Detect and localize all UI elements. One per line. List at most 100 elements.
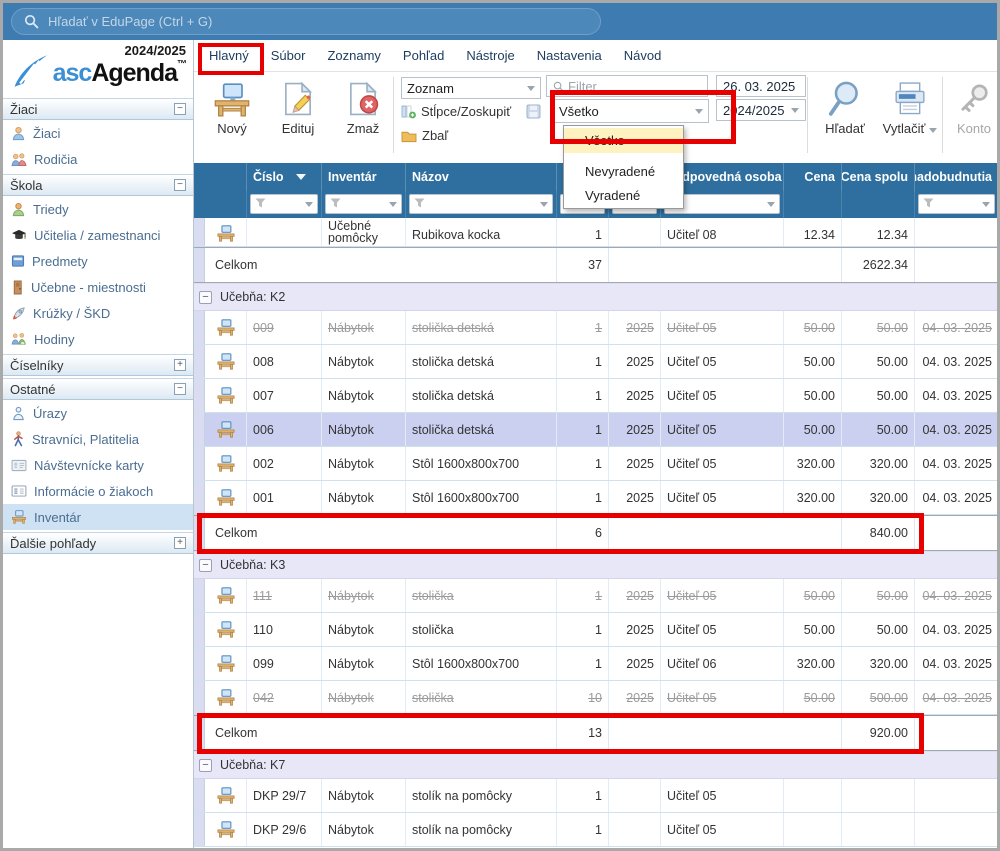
sidebar-item-z-iaci[interactable]: Žiaci	[3, 120, 193, 146]
column-header-price[interactable]: Cena	[784, 163, 842, 191]
cell-total	[842, 779, 915, 812]
collapse-group-icon[interactable]: −	[199, 291, 212, 304]
status-filter-value: Všetko	[559, 104, 599, 119]
sidebar-item-na-vs-tevni-cke-karty[interactable]: Návštevnícke karty	[3, 452, 193, 478]
filter-box-num[interactable]	[250, 194, 318, 214]
lessons-icon	[11, 332, 27, 346]
expand-icon[interactable]: +	[174, 359, 186, 371]
table-row[interactable]: 110Nábytokstolička12025Učiteľ 0550.0050.…	[194, 613, 997, 647]
table-row[interactable]: DKP 29/7Nábytokstolík na pomôcky1Učiteľ …	[194, 779, 997, 813]
collapse-group-icon[interactable]: −	[199, 559, 212, 572]
column-header-date[interactable]: Dátum nadobudnutia	[915, 163, 997, 191]
cell-price: 320.00	[784, 647, 842, 680]
collapse-button[interactable]: Zbaľ	[401, 128, 448, 143]
group-header-row[interactable]: −Učebňa: K3	[194, 551, 997, 579]
subject-icon	[11, 254, 25, 268]
sidebar-section-header[interactable]: Škola−	[3, 174, 193, 196]
cell-number: 006	[247, 413, 322, 446]
sidebar-section-header[interactable]: Číselníky+	[3, 354, 193, 376]
cell-inventory: Nábytok	[322, 647, 406, 680]
delete-button[interactable]: Zmaž	[335, 76, 391, 136]
cell-qty: 1	[557, 447, 609, 480]
status-filter-select[interactable]: Všetko	[553, 99, 709, 123]
cell-year: 2025	[609, 613, 661, 646]
account-button[interactable]: Konto	[950, 76, 997, 136]
group-header-row[interactable]: −Učebňa: K2	[194, 283, 997, 311]
dropdown-option-vyradene[interactable]: Vyradené	[564, 184, 683, 208]
sidebar-section-header[interactable]: Ostatné−	[3, 378, 193, 400]
cell-inventory-text: Nábytok	[328, 321, 374, 335]
column-header-total[interactable]: Cena spolu	[842, 163, 915, 191]
print-button[interactable]: Vytlačiť	[877, 76, 943, 136]
sidebar-item-hodiny[interactable]: Hodiny	[3, 326, 193, 352]
collapse-icon[interactable]: −	[174, 179, 186, 191]
table-row[interactable]: 042Nábytokstolička102025Učiteľ 0550.0050…	[194, 681, 997, 715]
menu-item-navod[interactable]: Návod	[613, 40, 673, 71]
cell-inventory: Nábytok	[322, 579, 406, 612]
column-header-num[interactable]: Číslo	[247, 163, 322, 191]
dropdown-option-vsetko[interactable]: Všetko	[564, 128, 683, 153]
sidebar-item-stravni-ci-platitelia[interactable]: Stravníci, Platitelia	[3, 426, 193, 452]
cell-date: 04. 03. 2025	[915, 579, 997, 612]
cell-name-text: stolík na pomôcky	[412, 789, 512, 803]
table-row[interactable]: 009Nábytokstolička detská12025Učiteľ 055…	[194, 311, 997, 345]
edupage-search-input[interactable]: Hľadať v EduPage (Ctrl + G)	[11, 8, 601, 35]
cell-date: 04. 03. 2025	[915, 481, 997, 514]
sidebar-item-label: Inventár	[34, 510, 81, 525]
table-row[interactable]: 006Nábytokstolička detská12025Učiteľ 055…	[194, 413, 997, 447]
sidebar-item-inventa-r[interactable]: Inventár	[3, 504, 193, 530]
search-button[interactable]: Hľadať	[816, 76, 874, 136]
year-select[interactable]: 2024/2025	[716, 99, 806, 121]
table-row[interactable]: 008Nábytokstolička detská12025Učiteľ 055…	[194, 345, 997, 379]
sidebar-section-header[interactable]: Ďalšie pohľady+	[3, 532, 193, 554]
sidebar-item-triedy[interactable]: Triedy	[3, 196, 193, 222]
table-row[interactable]: 099NábytokStôl 1600x800x70012025Učiteľ 0…	[194, 647, 997, 681]
column-header-icon[interactable]	[205, 163, 247, 191]
sidebar-item-uc-itelia-zamestnanci[interactable]: Učitelia / zamestnanci	[3, 222, 193, 248]
save-view-icon[interactable]	[526, 104, 541, 119]
table-row[interactable]: 001NábytokStôl 1600x800x70012025Učiteľ 0…	[194, 481, 997, 515]
menu-item-nastroje[interactable]: Nástroje	[455, 40, 525, 71]
sidebar-item-uc-ebne-miestnosti[interactable]: Učebne - miestnosti	[3, 274, 193, 300]
new-button[interactable]: Nový	[204, 76, 260, 136]
table-row[interactable]: DKP 29/6Nábytokstolík na pomôcky1Učiteľ …	[194, 813, 997, 847]
table-row[interactable]: Učebné pomôckyRubikova kocka1Učiteľ 0812…	[194, 218, 997, 247]
date-field[interactable]: 26. 03. 2025	[716, 75, 806, 97]
menu-item-hlavny[interactable]: Hlavný	[198, 40, 260, 71]
filter-input[interactable]: Filter	[546, 75, 708, 97]
expand-icon[interactable]: +	[174, 537, 186, 549]
cell-qty-text: 1	[595, 789, 602, 803]
table-row[interactable]: 111Nábytokstolička12025Učiteľ 0550.0050.…	[194, 579, 997, 613]
collapse-icon[interactable]: −	[174, 383, 186, 395]
columns-group-button[interactable]: Stĺpce/Zoskupiť	[401, 104, 511, 119]
collapse-group-icon[interactable]: −	[199, 759, 212, 772]
edit-button[interactable]: Edituj	[270, 76, 326, 136]
sidebar-item-rodic-ia[interactable]: Rodičia	[3, 146, 193, 172]
filter-box-date[interactable]	[918, 194, 995, 214]
view-select[interactable]: Zoznam	[401, 77, 541, 99]
menu-item-subor[interactable]: Súbor	[260, 40, 317, 71]
column-header-inv[interactable]: Inventár	[322, 163, 406, 191]
sidebar-item-label: Informácie o žiakoch	[34, 484, 153, 499]
sidebar-item-predmety[interactable]: Predmety	[3, 248, 193, 274]
column-header-name[interactable]: Názov	[406, 163, 557, 191]
filter-box-inv[interactable]	[325, 194, 402, 214]
dropdown-option-nevyradene[interactable]: Nevyradené	[564, 160, 683, 184]
menu-item-pohlad[interactable]: Pohľad	[392, 40, 455, 71]
sidebar-item-informa-cie-o-z-iakoch[interactable]: Informácie o žiakoch	[3, 478, 193, 504]
menu-item-zoznamy[interactable]: Zoznamy	[316, 40, 391, 71]
cell-person: Učiteľ 05	[661, 311, 784, 344]
cell-year: 2025	[609, 647, 661, 680]
cell-total-text: 50.00	[877, 589, 908, 603]
menu-item-nastavenia[interactable]: Nastavenia	[526, 40, 613, 71]
table-row[interactable]: 007Nábytokstolička detská12025Učiteľ 055…	[194, 379, 997, 413]
cell-year-text: 2025	[626, 623, 654, 637]
sidebar-section-header[interactable]: Žiaci−	[3, 98, 193, 120]
filter-cell-date	[915, 191, 997, 218]
collapse-icon[interactable]: −	[174, 103, 186, 115]
table-row[interactable]: 002NábytokStôl 1600x800x70012025Učiteľ 0…	[194, 447, 997, 481]
sidebar-item-u-razy[interactable]: Úrazy	[3, 400, 193, 426]
filter-box-name[interactable]	[409, 194, 553, 214]
group-header-row[interactable]: −Učebňa: K7	[194, 751, 997, 779]
sidebar-item-kru-z-ky-s-kd[interactable]: Krúžky / ŠKD	[3, 300, 193, 326]
